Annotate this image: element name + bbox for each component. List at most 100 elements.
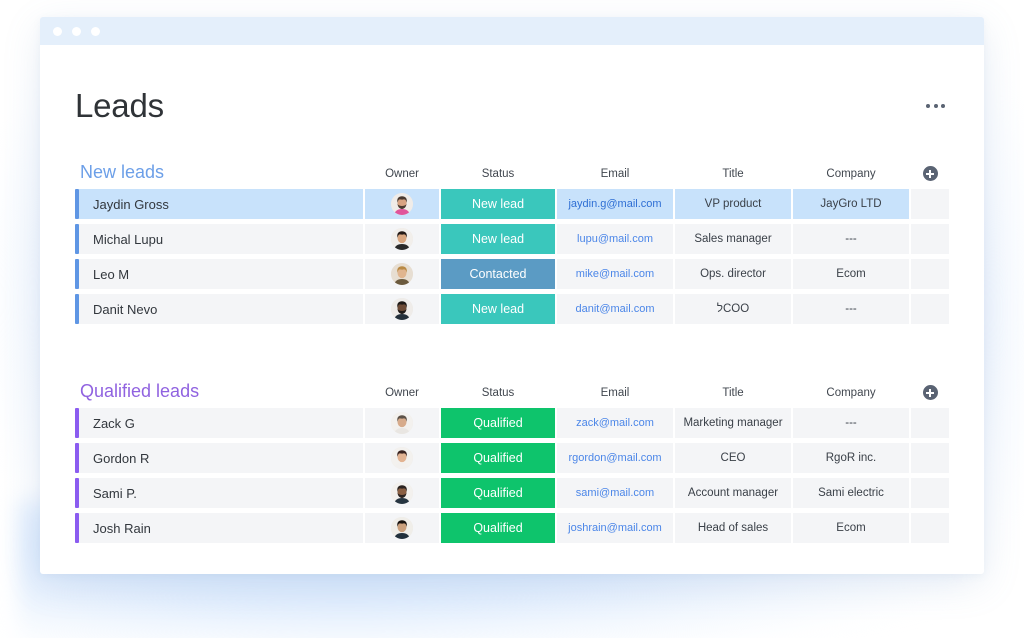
cell-lead-name[interactable]: Leo M bbox=[79, 259, 363, 289]
cell-company[interactable]: Sami electric bbox=[793, 478, 909, 508]
board-title[interactable]: New leads bbox=[80, 163, 363, 183]
cell-lead-name[interactable]: Gordon R bbox=[79, 443, 363, 473]
board-rows: Jaydin GrossNew leadjaydin.g@mail.comVP … bbox=[75, 189, 949, 324]
cell-owner[interactable] bbox=[365, 224, 439, 254]
table-row[interactable]: Danit Nevo New leaddanit@mail.comלCOO--- bbox=[75, 294, 949, 324]
cell-company[interactable]: --- bbox=[793, 294, 909, 324]
cell-empty[interactable] bbox=[911, 189, 949, 219]
avatar-blonde-woman bbox=[391, 263, 413, 285]
cell-status[interactable]: New lead bbox=[441, 224, 555, 254]
app-window: Leads New leadsOwnerStatusEmailTitleComp… bbox=[40, 17, 984, 574]
cell-status[interactable]: Contacted bbox=[441, 259, 555, 289]
window-titlebar bbox=[40, 17, 984, 45]
column-header-owner[interactable]: Owner bbox=[365, 169, 439, 184]
cell-company[interactable]: --- bbox=[793, 224, 909, 254]
cell-lead-name[interactable]: Jaydin Gross bbox=[79, 189, 363, 219]
cell-lead-name[interactable]: Danit Nevo bbox=[79, 294, 363, 324]
cell-email[interactable]: mike@mail.com bbox=[557, 259, 673, 289]
avatar-bearded-man bbox=[391, 193, 413, 215]
cell-status[interactable]: New lead bbox=[441, 189, 555, 219]
cell-status[interactable]: Qualified bbox=[441, 408, 555, 438]
cell-company[interactable]: RgoR inc. bbox=[793, 443, 909, 473]
avatar-curly-hair-woman bbox=[391, 447, 413, 469]
cell-owner[interactable] bbox=[365, 189, 439, 219]
table-row[interactable]: Josh Rain Qualifiedjoshrain@mail.comHead … bbox=[75, 513, 949, 543]
avatar-beard-man-dark bbox=[391, 298, 413, 320]
board-header-row: New leadsOwnerStatusEmailTitleCompany bbox=[75, 157, 949, 183]
column-header-owner[interactable]: Owner bbox=[365, 388, 439, 403]
cell-email[interactable]: jaydin.g@mail.com bbox=[557, 189, 673, 219]
cell-lead-name[interactable]: Sami P. bbox=[79, 478, 363, 508]
cell-email[interactable]: zack@mail.com bbox=[557, 408, 673, 438]
column-header-company[interactable]: Company bbox=[793, 169, 909, 184]
board-new-leads: New leadsOwnerStatusEmailTitleCompany Jay… bbox=[75, 157, 949, 324]
window-dot-close-icon[interactable] bbox=[53, 27, 62, 36]
cell-company[interactable]: Ecom bbox=[793, 259, 909, 289]
cell-title[interactable]: לCOO bbox=[675, 294, 791, 324]
board-qualified-leads: Qualified leadsOwnerStatusEmailTitleComp… bbox=[75, 376, 949, 543]
avatar-goatee-man bbox=[391, 482, 413, 504]
column-header-status[interactable]: Status bbox=[441, 388, 555, 403]
cell-company[interactable]: Ecom bbox=[793, 513, 909, 543]
column-header-status[interactable]: Status bbox=[441, 169, 555, 184]
cell-email[interactable]: rgordon@mail.com bbox=[557, 443, 673, 473]
cell-empty[interactable] bbox=[911, 443, 949, 473]
avatar-dark-hair-woman bbox=[391, 228, 413, 250]
avatar-short-hair-man bbox=[391, 412, 413, 434]
cell-company[interactable]: --- bbox=[793, 408, 909, 438]
cell-email[interactable]: joshrain@mail.com bbox=[557, 513, 673, 543]
table-row[interactable]: Leo M Contactedmike@mail.comOps. director… bbox=[75, 259, 949, 289]
table-row[interactable]: Zack G Qualifiedzack@mail.comMarketing ma… bbox=[75, 408, 949, 438]
boards-container: New leadsOwnerStatusEmailTitleCompanyJay… bbox=[75, 157, 949, 543]
cell-status[interactable]: Qualified bbox=[441, 443, 555, 473]
cell-status[interactable]: Qualified bbox=[441, 513, 555, 543]
column-header-company[interactable]: Company bbox=[793, 388, 909, 403]
cell-owner[interactable] bbox=[365, 443, 439, 473]
add-column-icon[interactable] bbox=[923, 385, 938, 400]
add-column-icon[interactable] bbox=[923, 166, 938, 181]
cell-owner[interactable] bbox=[365, 259, 439, 289]
table-row[interactable]: Jaydin Gross New leadjaydin.g@mail.comVP … bbox=[75, 189, 949, 219]
cell-empty[interactable] bbox=[911, 259, 949, 289]
cell-owner[interactable] bbox=[365, 513, 439, 543]
cell-lead-name[interactable]: Josh Rain bbox=[79, 513, 363, 543]
column-header-title[interactable]: Title bbox=[675, 169, 791, 184]
cell-email[interactable]: sami@mail.com bbox=[557, 478, 673, 508]
board-header-row: Qualified leadsOwnerStatusEmailTitleComp… bbox=[75, 376, 949, 402]
board-rows: Zack GQualifiedzack@mail.comMarketing ma… bbox=[75, 408, 949, 543]
cell-empty[interactable] bbox=[911, 408, 949, 438]
kebab-menu-icon[interactable] bbox=[922, 96, 949, 116]
cell-company[interactable]: JayGro LTD bbox=[793, 189, 909, 219]
table-row[interactable]: Sami P. Qualifiedsami@mail.comAccount man… bbox=[75, 478, 949, 508]
column-header-email[interactable]: Email bbox=[557, 388, 673, 403]
board-title[interactable]: Qualified leads bbox=[80, 382, 363, 402]
page-header: Leads bbox=[75, 45, 949, 131]
cell-title[interactable]: Head of sales bbox=[675, 513, 791, 543]
window-dot-maximize-icon[interactable] bbox=[91, 27, 100, 36]
cell-lead-name[interactable]: Michal Lupu bbox=[79, 224, 363, 254]
cell-empty[interactable] bbox=[911, 513, 949, 543]
avatar-young-man bbox=[391, 517, 413, 539]
table-row[interactable]: Gordon R Qualifiedrgordon@mail.comCEORgoR… bbox=[75, 443, 949, 473]
cell-title[interactable]: Account manager bbox=[675, 478, 791, 508]
cell-title[interactable]: Ops. director bbox=[675, 259, 791, 289]
cell-status[interactable]: Qualified bbox=[441, 478, 555, 508]
cell-empty[interactable] bbox=[911, 294, 949, 324]
cell-title[interactable]: Sales manager bbox=[675, 224, 791, 254]
cell-status[interactable]: New lead bbox=[441, 294, 555, 324]
cell-title[interactable]: Marketing manager bbox=[675, 408, 791, 438]
column-header-title[interactable]: Title bbox=[675, 388, 791, 403]
cell-owner[interactable] bbox=[365, 478, 439, 508]
cell-empty[interactable] bbox=[911, 478, 949, 508]
window-dot-minimize-icon[interactable] bbox=[72, 27, 81, 36]
cell-owner[interactable] bbox=[365, 408, 439, 438]
cell-title[interactable]: VP product bbox=[675, 189, 791, 219]
cell-lead-name[interactable]: Zack G bbox=[79, 408, 363, 438]
cell-email[interactable]: lupu@mail.com bbox=[557, 224, 673, 254]
cell-empty[interactable] bbox=[911, 224, 949, 254]
cell-title[interactable]: CEO bbox=[675, 443, 791, 473]
cell-email[interactable]: danit@mail.com bbox=[557, 294, 673, 324]
cell-owner[interactable] bbox=[365, 294, 439, 324]
table-row[interactable]: Michal Lupu New leadlupu@mail.comSales ma… bbox=[75, 224, 949, 254]
column-header-email[interactable]: Email bbox=[557, 169, 673, 184]
